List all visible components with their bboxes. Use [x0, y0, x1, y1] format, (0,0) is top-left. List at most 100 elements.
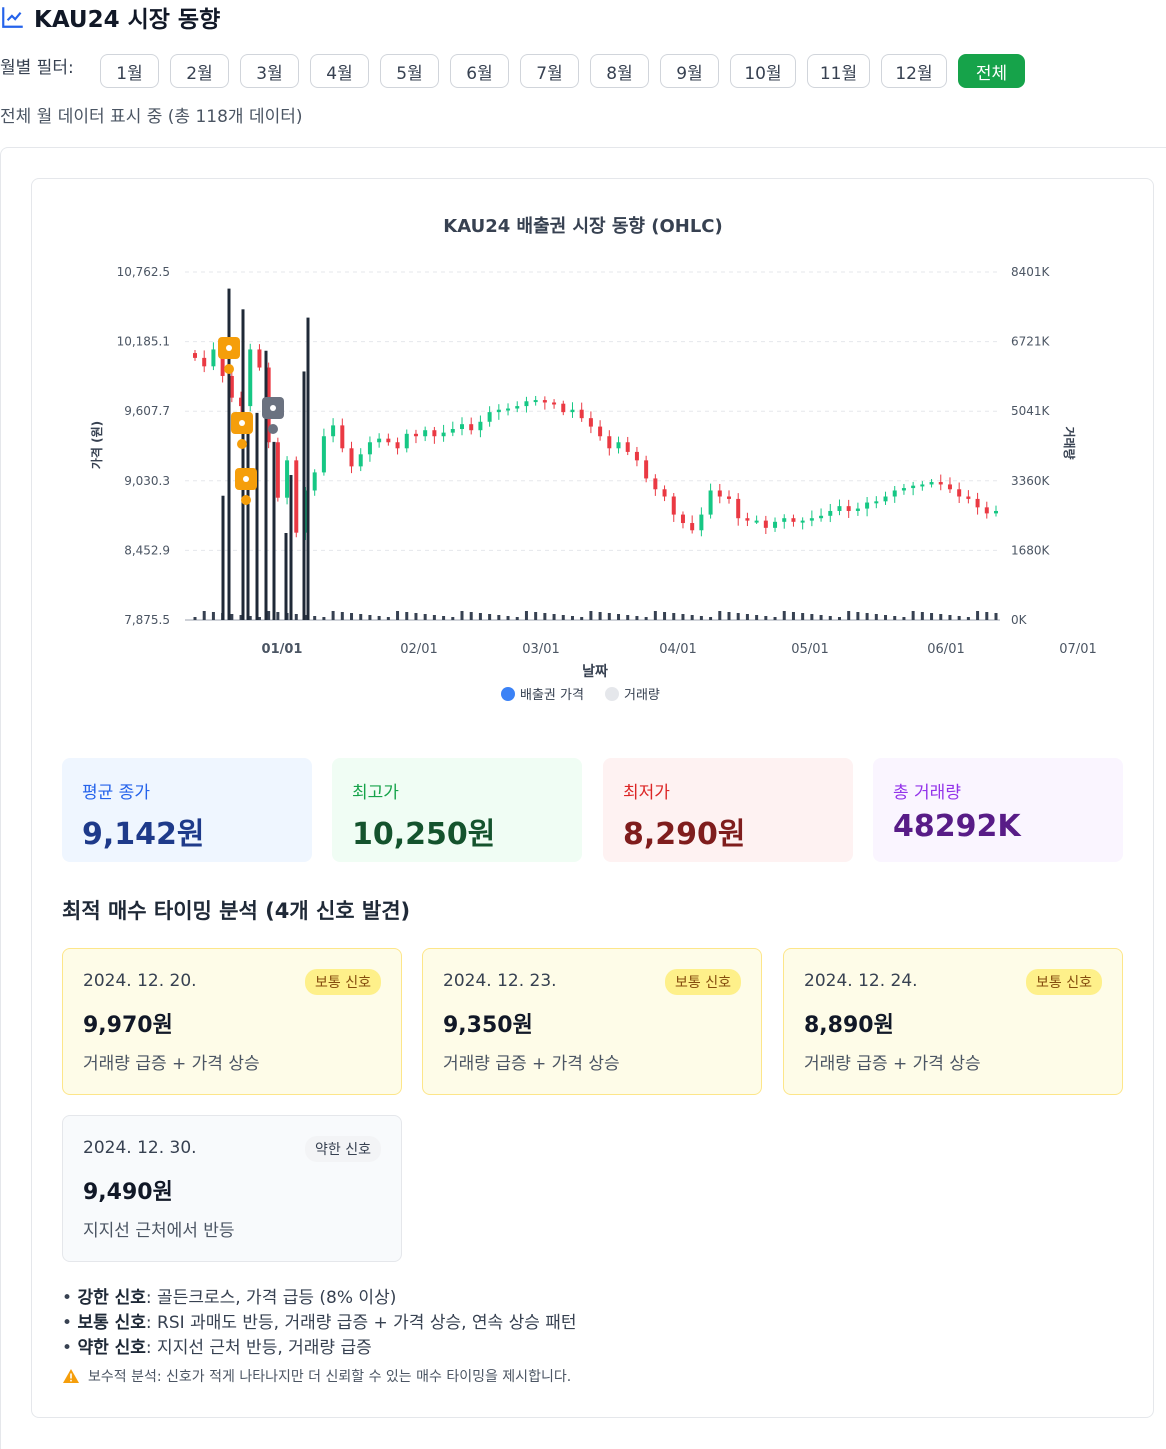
candle-body	[367, 442, 372, 455]
candle-body	[202, 357, 207, 367]
volume-bar	[884, 615, 888, 620]
candle-body	[432, 430, 437, 437]
volume-bar	[442, 616, 446, 620]
signal-badge: 보통 신호	[1026, 969, 1102, 995]
page-header: KAU24 시장 동향	[0, 0, 220, 34]
volume-bar	[589, 611, 593, 620]
signal-legend-weak: • 약한 신호: 지지선 근처 반등, 거래량 급증	[62, 1338, 372, 1358]
volume-bar	[819, 615, 823, 620]
volume-bar	[488, 614, 492, 620]
stat-label: 평균 종가	[82, 783, 150, 803]
month-filter: 월별 필터: 1월 2월 3월 4월 5월 6월 7월 8월 9월 10월 11월 12월 전체	[0, 54, 1036, 88]
candle-body	[791, 518, 796, 522]
volume-bar	[985, 612, 989, 620]
candle-body	[892, 490, 897, 497]
candle-body	[506, 408, 511, 411]
month-button-12[interactable]: 12월	[881, 54, 947, 88]
volume-bar	[524, 611, 528, 620]
month-button-5[interactable]: 5월	[380, 54, 439, 88]
volume-bar	[699, 616, 703, 620]
volume-bar	[230, 614, 234, 620]
stat-card: 평균 종가 9,142원	[62, 758, 312, 862]
signal-card[interactable]: 2024. 12. 23. 보통 신호 9,350원 거래량 급증 + 가격 상승	[422, 948, 762, 1095]
month-button-4[interactable]: 4월	[310, 54, 369, 88]
volume-bar	[423, 614, 427, 620]
volume-bar	[451, 617, 455, 620]
signal-badge: 약한 신호	[305, 1136, 381, 1162]
candle-body	[920, 484, 925, 487]
candle-body	[349, 448, 354, 467]
candle-body	[763, 520, 768, 528]
volume-bar	[193, 617, 197, 620]
candle-body	[395, 442, 400, 449]
candle-body	[321, 436, 326, 473]
volume-bar	[681, 614, 685, 620]
candle-body	[690, 523, 695, 531]
candle-body	[211, 349, 216, 367]
month-button-11[interactable]: 11월	[807, 54, 870, 88]
candle-body	[947, 484, 952, 490]
x-tick-label: 06/01	[927, 642, 964, 657]
volume-spike-bar	[246, 433, 250, 620]
volume-tick-label: 5041K	[1011, 404, 1051, 418]
volume-bar	[478, 613, 482, 620]
volume-bar	[856, 612, 860, 620]
volume-bar	[506, 616, 510, 620]
candle-body	[745, 518, 750, 521]
volume-tick-label: 8401K	[1011, 265, 1051, 279]
candle-body	[653, 478, 658, 490]
volume-bar	[350, 613, 354, 620]
month-button-10[interactable]: 10월	[730, 54, 796, 88]
stat-value: 10,250원	[352, 817, 496, 852]
signal-card[interactable]: 2024. 12. 20. 보통 신호 9,970원 거래량 급증 + 가격 상승	[62, 948, 402, 1095]
y-tick-label: 9,030.3	[124, 474, 170, 488]
volume-spike-bar	[284, 533, 288, 620]
candle-body	[340, 425, 345, 449]
volume-bar	[617, 614, 621, 620]
y-tick-label: 9,607.7	[124, 404, 170, 418]
signal-point	[268, 424, 278, 434]
candle-body	[883, 496, 888, 502]
month-button-7[interactable]: 7월	[520, 54, 579, 88]
volume-bar	[570, 616, 574, 620]
signal-card[interactable]: 2024. 12. 24. 보통 신호 8,890원 거래량 급증 + 가격 상승	[783, 948, 1123, 1095]
month-button-1[interactable]: 1월	[100, 54, 159, 88]
x-tick-label: 05/01	[791, 642, 828, 657]
month-button-3[interactable]: 3월	[240, 54, 299, 88]
x-tick-label: 03/01	[522, 642, 559, 657]
candle-body	[957, 489, 962, 497]
volume-spike-bar	[264, 350, 268, 620]
volume-bar	[801, 613, 805, 620]
ohlc-chart: 10,762.5 8401K 10,185.1 6721K 9,607.7 5041K 9,…	[89, 265, 1097, 703]
y-tick-label: 10,762.5	[117, 265, 170, 279]
candle-body	[413, 433, 418, 437]
volume-bar	[672, 613, 676, 620]
candle-body	[248, 349, 253, 407]
month-button-2[interactable]: 2월	[170, 54, 229, 88]
volume-bar	[202, 611, 206, 620]
candle-body	[680, 514, 685, 524]
candle-body	[938, 482, 943, 485]
signal-description: 거래량 급증 + 가격 상승	[443, 1054, 620, 1074]
month-button-6[interactable]: 6월	[450, 54, 509, 88]
signal-description: 거래량 급증 + 가격 상승	[83, 1054, 260, 1074]
candle-body	[855, 508, 860, 511]
candle-body	[423, 430, 428, 437]
candle-body	[377, 438, 382, 443]
month-button-9[interactable]: 9월	[660, 54, 719, 88]
volume-bar	[552, 614, 556, 620]
volume-bar	[976, 611, 980, 620]
analysis-note: 보수적 분석: 신호가 적게 나타나지만 더 신뢰할 수 있는 매수 타이밍을 …	[62, 1366, 571, 1386]
candle-body	[460, 424, 464, 430]
candle-body	[708, 490, 713, 515]
signal-card[interactable]: 2024. 12. 30. 약한 신호 9,490원 지지선 근처에서 반등	[62, 1115, 402, 1262]
stat-card: 총 거래량 48292K	[873, 758, 1123, 862]
candle-body	[994, 510, 998, 514]
month-button-8[interactable]: 8월	[590, 54, 649, 88]
volume-tick-label: 0K	[1011, 613, 1028, 627]
x-tick-label: 07/01	[1059, 642, 1096, 657]
candle-body	[570, 409, 575, 413]
volume-bar	[460, 611, 464, 620]
volume-bar	[865, 613, 869, 620]
month-button-all[interactable]: 전체	[958, 54, 1025, 88]
